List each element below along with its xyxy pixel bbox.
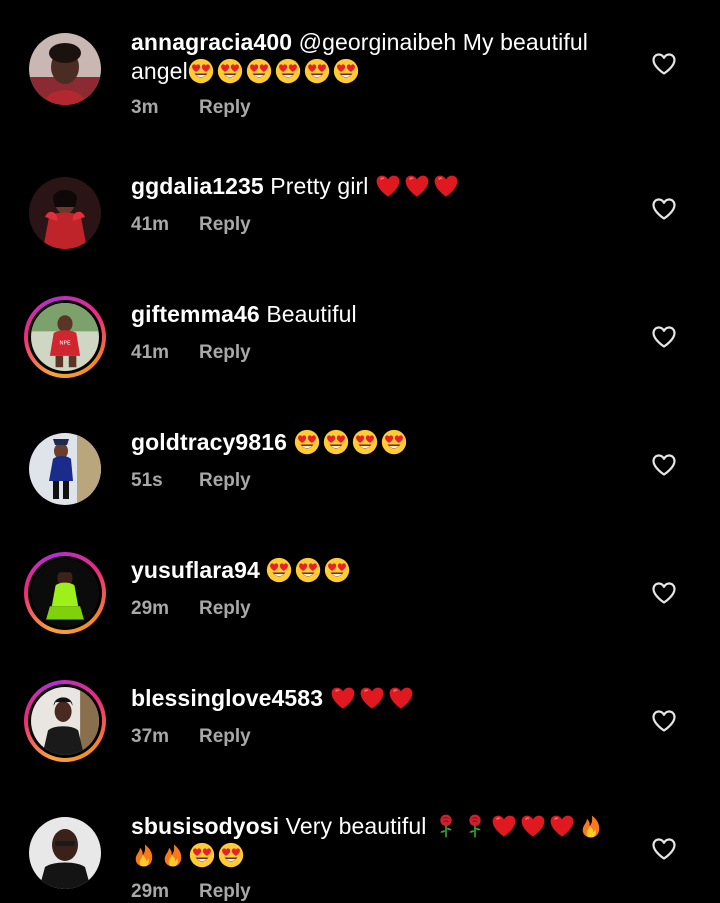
comment-meta: 37m Reply xyxy=(131,726,251,748)
comment-text: yusuflara94 xyxy=(131,556,620,585)
smiling-face-with-heart-eyes-icon xyxy=(352,429,378,455)
comment-meta: 3m Reply xyxy=(131,97,251,119)
comment-meta: 29m Reply xyxy=(131,881,251,903)
smiling-face-with-heart-eyes-icon xyxy=(266,557,292,583)
red-heart-icon xyxy=(330,685,356,711)
emoji-group xyxy=(131,842,247,868)
red-heart-icon xyxy=(549,813,575,839)
avatar-image: NPE xyxy=(31,303,99,371)
reply-button[interactable]: Reply xyxy=(199,214,251,236)
comment-username[interactable]: yusuflara94 xyxy=(131,557,260,583)
comment-timestamp: 41m xyxy=(131,342,170,363)
smiling-face-with-heart-eyes-icon xyxy=(381,429,407,455)
comment-body: @georginaibeh My beautiful xyxy=(292,29,588,55)
comment-body: Very beautiful xyxy=(279,813,433,839)
reply-button[interactable]: Reply xyxy=(199,342,251,364)
comment-text: blessinglove4583 xyxy=(131,684,620,713)
emoji-group xyxy=(330,685,417,711)
reply-button[interactable]: Reply xyxy=(199,726,251,748)
comment-text: annagracia400 @georginaibeh My beautiful… xyxy=(131,28,620,86)
reply-button[interactable]: Reply xyxy=(199,598,251,620)
comment-timestamp: 41m xyxy=(131,214,170,235)
heart-outline-icon[interactable] xyxy=(651,453,677,477)
red-heart-icon xyxy=(491,813,517,839)
emoji-group xyxy=(294,429,410,455)
red-heart-icon xyxy=(359,685,385,711)
fire-icon xyxy=(131,842,157,868)
avatar-story-ring[interactable] xyxy=(24,552,106,634)
avatar-story-ring[interactable]: NPE xyxy=(24,296,106,378)
comment-username[interactable]: blessinglove4583 xyxy=(131,685,323,711)
heart-outline-icon[interactable] xyxy=(651,197,677,221)
smiling-face-with-heart-eyes-icon xyxy=(218,842,244,868)
smiling-face-with-heart-eyes-icon xyxy=(294,429,320,455)
comment-meta: 51s Reply xyxy=(131,470,251,492)
smiling-face-with-heart-eyes-icon xyxy=(333,58,359,84)
avatar-image xyxy=(29,433,101,505)
smiling-face-with-heart-eyes-icon xyxy=(275,58,301,84)
heart-outline-icon[interactable] xyxy=(651,709,677,733)
rose-icon xyxy=(433,813,459,839)
smiling-face-with-heart-eyes-icon xyxy=(188,58,214,84)
heart-outline-icon[interactable] xyxy=(651,837,677,861)
comment-username[interactable]: giftemma46 xyxy=(131,301,260,327)
red-heart-icon xyxy=(433,173,459,199)
comment-timestamp: 51s xyxy=(131,470,163,491)
avatar-image xyxy=(29,33,101,105)
emoji-group xyxy=(375,173,462,199)
comment-meta: 41m Reply xyxy=(131,214,251,236)
smiling-face-with-heart-eyes-icon xyxy=(324,557,350,583)
smiling-face-with-heart-eyes-icon xyxy=(304,58,330,84)
heart-outline-icon[interactable] xyxy=(651,581,677,605)
emoji-group xyxy=(188,58,362,84)
fire-icon xyxy=(160,842,186,868)
comment-username[interactable]: annagracia400 xyxy=(131,29,292,55)
smiling-face-with-heart-eyes-icon xyxy=(295,557,321,583)
fire-icon xyxy=(578,813,604,839)
comment-text: ggdalia1235 Pretty girl xyxy=(131,172,620,201)
red-heart-icon xyxy=(375,173,401,199)
red-heart-icon xyxy=(388,685,414,711)
svg-text:NPE: NPE xyxy=(59,341,71,347)
avatar-image xyxy=(29,177,101,249)
emoji-group xyxy=(266,557,353,583)
comment-body: angel xyxy=(131,58,188,84)
avatar-story-ring[interactable] xyxy=(24,680,106,762)
heart-outline-icon[interactable] xyxy=(651,52,677,76)
comment-meta: 29m Reply xyxy=(131,598,251,620)
comment-text: sbusisodyosi Very beautiful xyxy=(131,812,620,870)
avatar[interactable] xyxy=(24,428,106,510)
comment-text: goldtracy9816 xyxy=(131,428,620,457)
avatar[interactable] xyxy=(24,28,106,110)
emoji-group xyxy=(433,813,607,839)
smiling-face-with-heart-eyes-icon xyxy=(217,58,243,84)
comment-timestamp: 37m xyxy=(131,726,170,747)
comment-text: giftemma46 Beautiful xyxy=(131,300,620,329)
comments-list: annagracia400 @georginaibeh My beautiful… xyxy=(0,0,720,903)
avatar[interactable] xyxy=(24,812,106,894)
comment-username[interactable]: ggdalia1235 xyxy=(131,173,264,199)
red-heart-icon xyxy=(404,173,430,199)
comment-username[interactable]: goldtracy9816 xyxy=(131,429,287,455)
red-heart-icon xyxy=(520,813,546,839)
heart-outline-icon[interactable] xyxy=(651,325,677,349)
comment-body: Pretty girl xyxy=(263,173,375,199)
avatar-image xyxy=(31,687,99,755)
avatar[interactable] xyxy=(24,172,106,254)
avatar-image xyxy=(29,817,101,889)
rose-icon xyxy=(462,813,488,839)
comment-username[interactable]: sbusisodyosi xyxy=(131,813,279,839)
comment-timestamp: 3m xyxy=(131,97,159,118)
comment-body: Beautiful xyxy=(259,301,357,327)
comment-meta: 41m Reply xyxy=(131,342,251,364)
reply-button[interactable]: Reply xyxy=(199,470,251,492)
comment-timestamp: 29m xyxy=(131,598,170,619)
smiling-face-with-heart-eyes-icon xyxy=(189,842,215,868)
smiling-face-with-heart-eyes-icon xyxy=(246,58,272,84)
reply-button[interactable]: Reply xyxy=(199,881,251,903)
avatar-image xyxy=(31,559,99,627)
reply-button[interactable]: Reply xyxy=(199,97,251,119)
smiling-face-with-heart-eyes-icon xyxy=(323,429,349,455)
comment-timestamp: 29m xyxy=(131,881,170,902)
